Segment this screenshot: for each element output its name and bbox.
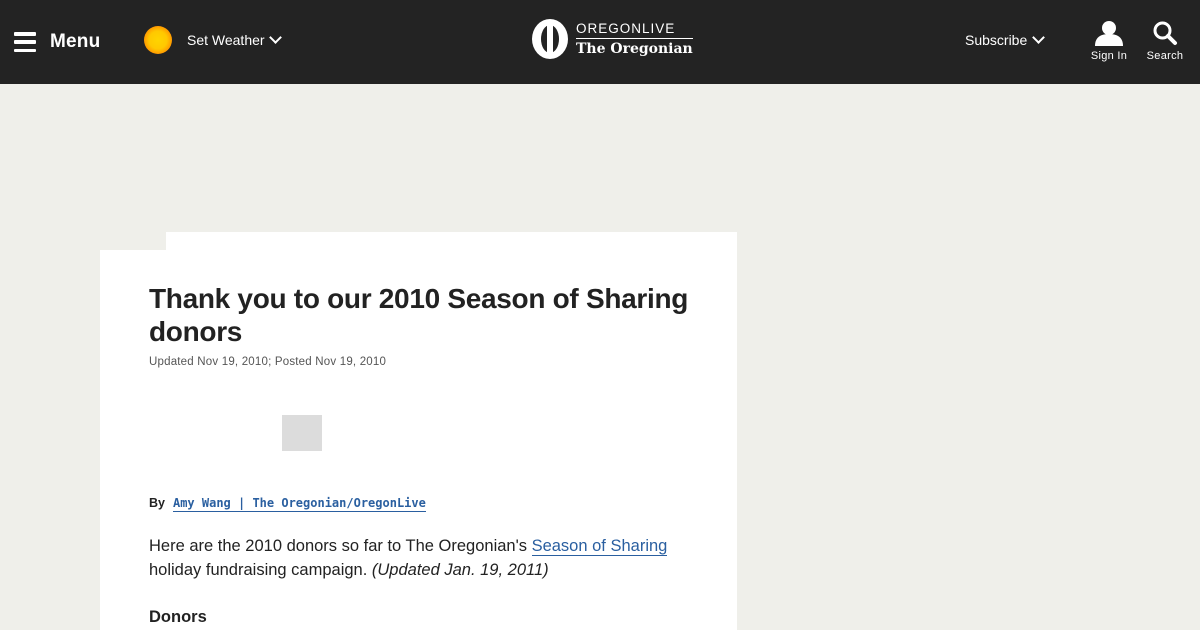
intro-text-continued: holiday fundraising campaign. (149, 561, 372, 579)
byline-prefix: By (149, 496, 165, 510)
byline: By Amy Wang | The Oregonian/OregonLive (149, 496, 426, 512)
oregonian-o-icon (532, 19, 568, 59)
subscribe-button[interactable]: Subscribe (965, 31, 1046, 48)
search-label: Search (1146, 50, 1184, 62)
image-placeholder (282, 415, 322, 451)
sign-in-button[interactable]: Sign In (1083, 20, 1135, 62)
search-button[interactable]: Search (1139, 20, 1191, 62)
author-link[interactable]: Amy Wang | The Oregonian/OregonLive (172, 496, 426, 512)
intro-text: Here are the 2010 donors so far to The O… (149, 537, 532, 555)
logo-divider (576, 37, 693, 39)
menu-label: Menu (50, 31, 101, 52)
weather-label: Set Weather (187, 32, 265, 48)
logo-oregonlive-text: OREGONLIVE (576, 20, 676, 36)
article-corner-notch (100, 232, 166, 250)
chevron-down-icon (1032, 31, 1046, 44)
sun-icon (144, 26, 172, 54)
search-icon (1153, 21, 1177, 45)
user-icon (1095, 21, 1123, 46)
logo-oregonian-text: The Oregonian (576, 40, 693, 57)
chevron-down-icon (268, 31, 282, 44)
site-logo[interactable]: OREGONLIVE The Oregonian (532, 19, 693, 59)
hamburger-icon (14, 32, 36, 52)
sign-in-label: Sign In (1090, 50, 1128, 62)
set-weather-button[interactable]: Set Weather (144, 26, 282, 54)
season-of-sharing-link[interactable]: Season of Sharing (531, 537, 668, 556)
menu-button[interactable]: Menu (14, 26, 100, 58)
article-intro: Here are the 2010 donors so far to The O… (149, 534, 709, 582)
donors-heading: Donors (149, 608, 207, 626)
article-dateline: Updated Nov 19, 2010; Posted Nov 19, 201… (149, 356, 387, 368)
article-title: Thank you to our 2010 Season of Sharing … (149, 283, 689, 347)
update-note: (Updated Jan. 19, 2011) (371, 561, 549, 579)
article-card: Thank you to our 2010 Season of Sharing … (100, 232, 737, 630)
site-header: Menu Set Weather OREGONLIVE The Oregonia… (0, 0, 1200, 84)
subscribe-label: Subscribe (965, 32, 1028, 48)
